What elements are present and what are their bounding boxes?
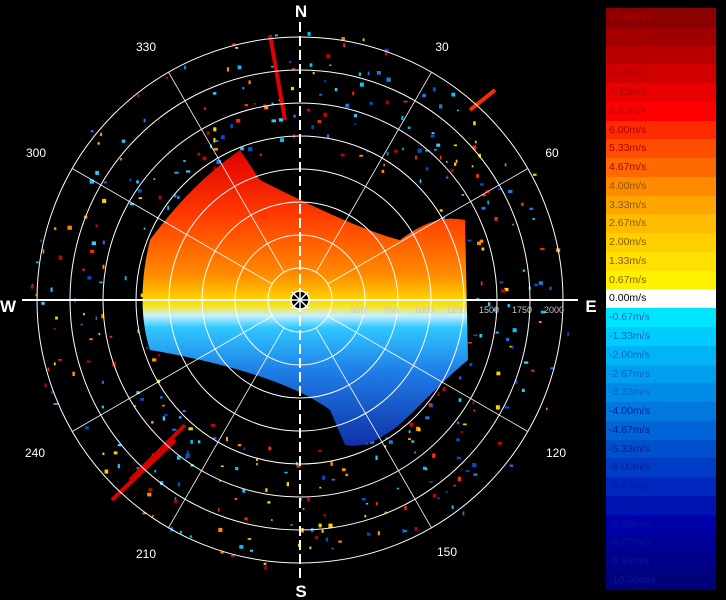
bearing-label-210: 210	[136, 547, 156, 561]
colorbar-entry: -5.33m/s	[606, 439, 716, 459]
colorbar-entry: 3.33m/s	[606, 195, 716, 215]
colorbar-entry: 5.33m/s	[606, 139, 716, 159]
colorbar-entry: 10.00m/s	[606, 8, 716, 27]
colorbar-entry: 4.00m/s	[606, 176, 716, 196]
colorbar-entry: 1.33m/s	[606, 251, 716, 271]
colorbar-label: -4.00m/s	[609, 405, 650, 418]
colorbar-label: -1.33m/s	[609, 330, 650, 343]
colorbar-entry: -4.00m/s	[606, 402, 716, 421]
colorbar-label: 0.00m/s	[609, 292, 647, 305]
colorbar-label: -8.00m/s	[609, 517, 650, 530]
colorbar-label: -6.00m/s	[609, 461, 650, 474]
colorbar-entry: 8.67m/s	[606, 45, 716, 65]
colorbar-label: -8.67m/s	[609, 536, 650, 549]
bearing-label-30: 30	[435, 40, 449, 54]
colorbar-entry: 0.00m/s	[606, 289, 716, 309]
colorbar-entry: 7.33m/s	[606, 83, 716, 102]
colorbar-entry: -8.00m/s	[606, 514, 716, 534]
colorbar-entry: 0.67m/s	[606, 270, 716, 290]
colorbar-entry: 9.33m/s	[606, 26, 716, 46]
colorbar-entry: -1.33m/s	[606, 327, 716, 346]
colorbar-label: 2.00m/s	[609, 236, 647, 249]
velocity-colorbar: 10.00m/s 9.33m/s 8.67m/s 8.00m/s 7.33m/s 6.67…	[606, 8, 716, 590]
colorbar-entry: 6.67m/s	[606, 101, 716, 121]
colorbar-entry: -2.67m/s	[606, 364, 716, 384]
colorbar-entry: -9.33m/s	[606, 552, 716, 571]
range-label-750: 750	[383, 305, 398, 315]
colorbar-entry: 2.00m/s	[606, 233, 716, 252]
colorbar-entry: 4.67m/s	[606, 158, 716, 177]
colorbar-entry: -8.67m/s	[606, 533, 716, 553]
colorbar-label: 8.00m/s	[609, 67, 647, 80]
colorbar-label: -6.67m/s	[609, 480, 650, 493]
colorbar-entry: -3.33m/s	[606, 383, 716, 403]
range-label-2000: 2000	[544, 305, 564, 315]
compass-north-label: N	[295, 2, 307, 21]
colorbar-label: 6.00m/s	[609, 123, 647, 136]
colorbar-entry: -2.00m/s	[606, 345, 716, 365]
colorbar-label: 4.67m/s	[609, 161, 647, 174]
bearing-label-240: 240	[25, 446, 45, 460]
range-label-1250: 1250	[446, 305, 466, 315]
colorbar-label: -10.00m/s	[609, 573, 656, 586]
colorbar-label: 5.33m/s	[609, 142, 647, 155]
colorbar-label: 4.00m/s	[609, 179, 647, 192]
colorbar-entry: -6.00m/s	[606, 458, 716, 478]
colorbar-entry: -6.67m/s	[606, 477, 716, 496]
colorbar-entry: 2.67m/s	[606, 214, 716, 234]
colorbar-label: -5.33m/s	[609, 442, 650, 455]
colorbar-label: -4.67m/s	[609, 423, 650, 436]
compass-east-label: E	[585, 297, 596, 316]
bearing-label-330: 330	[136, 40, 156, 54]
colorbar-label: 0.67m/s	[609, 273, 647, 286]
range-label-1750: 1750	[512, 305, 532, 315]
radar-center-cross	[290, 290, 310, 310]
colorbar-label: -7.33m/s	[609, 498, 650, 511]
colorbar-label: 9.33m/s	[609, 29, 647, 42]
colorbar-entry: -0.67m/s	[606, 308, 716, 328]
colorbar-entry: -7.33m/s	[606, 495, 716, 515]
compass-west-label: W	[0, 297, 17, 316]
range-label-1000: 1000	[414, 305, 434, 315]
colorbar-entry: 6.00m/s	[606, 120, 716, 140]
colorbar-label: 8.67m/s	[609, 48, 647, 61]
colorbar-label: -2.00m/s	[609, 348, 650, 361]
colorbar-entry: -10.00m/s	[606, 570, 716, 590]
colorbar-label: -9.33m/s	[609, 555, 650, 568]
colorbar-label: -2.67m/s	[609, 367, 650, 380]
bearing-label-120: 120	[546, 446, 566, 460]
colorbar-entry: 8.00m/s	[606, 64, 716, 84]
colorbar-label: 1.33m/s	[609, 254, 647, 267]
colorbar-entry: -4.67m/s	[606, 420, 716, 440]
bearing-label-300: 300	[26, 146, 46, 160]
range-label-500: 500	[350, 305, 365, 315]
colorbar-label: -3.33m/s	[609, 386, 650, 399]
colorbar-label: 3.33m/s	[609, 198, 647, 211]
bearing-label-150: 150	[437, 545, 457, 559]
colorbar-label: -0.67m/s	[609, 311, 650, 324]
colorbar-label: 2.67m/s	[609, 217, 647, 230]
colorbar-label: 10.00m/s	[609, 11, 653, 23]
range-label-1500: 1500	[479, 305, 499, 315]
colorbar-label: 7.33m/s	[609, 86, 647, 99]
radar-ppi-display: N E S W 30 60 120 150 210 240 300 330 50…	[0, 2, 597, 600]
bearing-label-60: 60	[545, 146, 559, 160]
compass-south-label: S	[295, 582, 306, 600]
colorbar-label: 6.67m/s	[609, 104, 647, 117]
